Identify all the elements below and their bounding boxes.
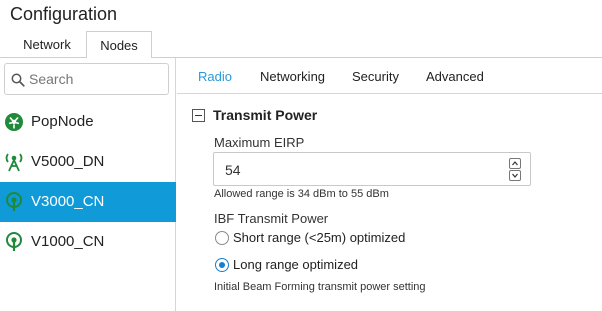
- search-input[interactable]: [29, 67, 164, 91]
- ibf-help: Initial Beam Forming transmit power sett…: [214, 281, 426, 293]
- app-title: Configuration: [10, 4, 118, 24]
- section-title: Transmit Power: [213, 107, 318, 123]
- spin-up-button[interactable]: [509, 158, 521, 169]
- dn-antenna-icon: [5, 153, 23, 172]
- node-item-v5000-dn[interactable]: V5000_DN: [0, 142, 176, 182]
- chevron-up-icon: [512, 161, 518, 166]
- tab-networking[interactable]: Networking: [260, 69, 325, 84]
- max-eirp-value: 54: [225, 162, 241, 178]
- tab-nodes[interactable]: Nodes: [86, 31, 152, 59]
- radio-button[interactable]: [215, 258, 229, 272]
- tab-security[interactable]: Security: [352, 69, 399, 84]
- top-tab-bar: Network Nodes: [0, 31, 602, 59]
- node-item-v1000-cn[interactable]: V1000_CN: [0, 222, 176, 262]
- ibf-label: IBF Transmit Power: [214, 211, 329, 226]
- max-eirp-label: Maximum EIRP: [214, 135, 305, 150]
- node-label: V3000_CN: [31, 193, 105, 210]
- config-tab-bar: Radio Networking Security Advanced: [177, 58, 602, 94]
- node-label: PopNode: [31, 113, 94, 130]
- number-spinner: [509, 158, 521, 182]
- cn-antenna-icon: [6, 192, 22, 211]
- radio-label: Short range (<25m) optimized: [233, 230, 406, 245]
- spin-down-button[interactable]: [509, 170, 521, 181]
- node-item-popnode[interactable]: PopNode: [0, 102, 176, 142]
- nodes-sidebar: PopNode V5000_DN V3000_CN V1000_CN: [0, 58, 176, 311]
- tab-advanced[interactable]: Advanced: [426, 69, 484, 84]
- node-label: V5000_DN: [31, 153, 105, 170]
- search-icon: [11, 73, 25, 87]
- cn-antenna-icon: [6, 232, 22, 251]
- radio-label: Long range optimized: [233, 257, 359, 272]
- radio-button[interactable]: [215, 231, 229, 245]
- max-eirp-help: Allowed range is 34 dBm to 55 dBm: [214, 188, 389, 200]
- collapse-toggle-icon[interactable]: [192, 109, 205, 122]
- max-eirp-input[interactable]: 54: [213, 152, 531, 186]
- pop-node-icon: [5, 113, 23, 131]
- tab-network[interactable]: Network: [12, 31, 82, 58]
- chevron-down-icon: [512, 173, 518, 178]
- node-item-v3000-cn[interactable]: V3000_CN: [0, 182, 176, 222]
- node-label: V1000_CN: [31, 233, 105, 250]
- tab-radio[interactable]: Radio: [198, 69, 232, 84]
- search-box[interactable]: [4, 63, 169, 95]
